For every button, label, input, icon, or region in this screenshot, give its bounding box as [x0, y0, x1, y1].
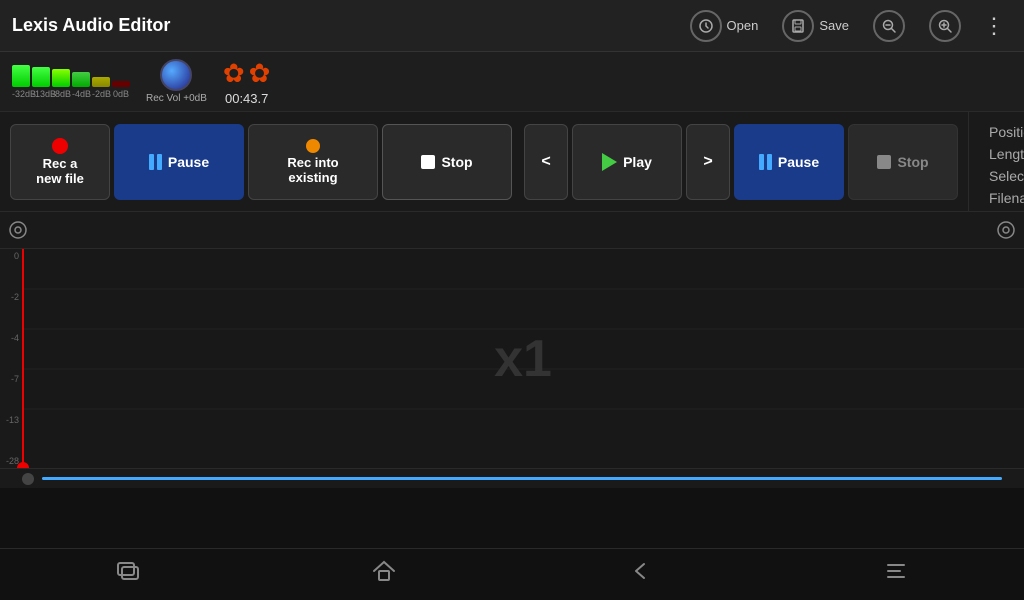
- meter-bar-5: [92, 77, 110, 87]
- selection-label: Selection: [989, 166, 1024, 186]
- vol-label: Rec Vol +0dB: [146, 93, 207, 104]
- scale-28: -28: [0, 456, 19, 466]
- open-button[interactable]: Open: [680, 6, 769, 46]
- zoom-in-icon: [929, 10, 961, 42]
- recording-area: -32dB -13dB -8dB -4dB -2dB 0dB Rec Vol +…: [0, 52, 1024, 112]
- controls-area: Rec a new file Pause Rec into existing S…: [0, 112, 1024, 212]
- vol-knob-area: Rec Vol +0dB: [146, 59, 207, 104]
- save-label: Save: [819, 18, 849, 33]
- open-icon: [690, 10, 722, 42]
- length-label: Length: [989, 144, 1024, 164]
- save-button[interactable]: Save: [772, 6, 859, 46]
- scale-13: -13: [0, 415, 19, 425]
- recent-apps-button[interactable]: [94, 549, 162, 600]
- pause2-button[interactable]: Pause: [734, 124, 844, 200]
- playhead-dot: [17, 462, 29, 468]
- meter-label-2: -13dB: [32, 89, 50, 99]
- pause2-label: Pause: [778, 154, 819, 170]
- stop-active-button[interactable]: Stop: [382, 124, 512, 200]
- rec-existing-icon: [306, 139, 320, 153]
- play-button[interactable]: Play: [572, 124, 682, 200]
- zoom-out-icon: [873, 10, 905, 42]
- stop-active-label: Stop: [441, 154, 472, 170]
- zoom-in-button[interactable]: [919, 6, 971, 46]
- scale-4: -4: [0, 333, 19, 343]
- waveform-section: 0 -2 -4 -7 -13 -28 x1: [0, 212, 1024, 548]
- play-label: Play: [623, 154, 652, 170]
- meter-label-6: 0dB: [112, 89, 130, 99]
- rec-new-file-button[interactable]: Rec a new file: [10, 124, 110, 200]
- meter-bar-4: [72, 72, 90, 87]
- meter-bars: [12, 65, 130, 87]
- fan-left-icon[interactable]: ✿: [223, 58, 245, 89]
- next-label: >: [703, 153, 712, 171]
- waveform-canvas[interactable]: x1: [22, 249, 1024, 468]
- bottom-nav-bar: [0, 548, 1024, 600]
- stop2-icon: [877, 155, 891, 169]
- timeline-ruler: [36, 212, 1024, 248]
- scroll-indicator: [22, 473, 34, 485]
- timeline-bar: [0, 212, 1024, 248]
- playhead: [22, 249, 24, 468]
- save-icon: [782, 10, 814, 42]
- meter-label-1: -32dB: [12, 89, 30, 99]
- more-button[interactable]: ⋮: [975, 9, 1012, 43]
- scale-2: -2: [0, 292, 19, 302]
- back-button[interactable]: [606, 549, 674, 600]
- zoom-out-button[interactable]: [863, 6, 915, 46]
- rec-new-file-label: Rec a new file: [36, 156, 84, 186]
- rec-existing-label: Rec into existing: [287, 155, 338, 185]
- meter-bar-3: [52, 69, 70, 87]
- controls-left: Rec a new file Pause Rec into existing S…: [0, 112, 968, 211]
- top-actions: Open Save: [680, 6, 1012, 46]
- meter-bar-2: [32, 67, 50, 87]
- scrollbar-thumb: [42, 477, 1002, 480]
- scrollbar-track[interactable]: [42, 477, 1002, 480]
- level-meter: -32dB -13dB -8dB -4dB -2dB 0dB: [12, 65, 130, 99]
- recording-time: 00:43.7: [225, 91, 268, 106]
- open-label: Open: [727, 18, 759, 33]
- pause-button[interactable]: Pause: [114, 124, 244, 200]
- fan-area: ✿ ✿ 00:43.7: [223, 58, 271, 106]
- top-bar: Lexis Audio Editor Open Save: [0, 0, 1024, 52]
- meter-bar-1: [12, 65, 30, 87]
- position-label: Position: [989, 122, 1024, 142]
- prev-button[interactable]: <: [524, 124, 568, 200]
- prev-label: <: [541, 153, 550, 171]
- menu-button[interactable]: [862, 549, 930, 600]
- rec-dot-icon: [52, 138, 68, 154]
- left-pin-button[interactable]: [0, 212, 36, 248]
- meter-label-5: -2dB: [92, 89, 110, 99]
- next-button[interactable]: >: [686, 124, 730, 200]
- stop2-button[interactable]: Stop: [848, 124, 958, 200]
- meter-label-4: -4dB: [72, 89, 90, 99]
- fan-icons: ✿ ✿: [223, 58, 271, 89]
- meter-labels: -32dB -13dB -8dB -4dB -2dB 0dB: [12, 89, 130, 99]
- pause2-icon: [759, 154, 772, 170]
- info-panel: Position 00:00:43.7 Length Selection Fil…: [968, 112, 1024, 211]
- meter-label-3: -8dB: [52, 89, 70, 99]
- meter-bar-6: [112, 81, 130, 87]
- home-button[interactable]: [350, 549, 418, 600]
- app-title: Lexis Audio Editor: [12, 15, 680, 36]
- waveform-grid: [22, 249, 1024, 468]
- stop-icon: [421, 155, 435, 169]
- waveform-view: 0 -2 -4 -7 -13 -28 x1: [0, 248, 1024, 468]
- volume-knob[interactable]: [160, 59, 192, 91]
- scale-7: -7: [0, 374, 19, 384]
- right-pin-button[interactable]: [988, 212, 1024, 248]
- stop2-label: Stop: [897, 154, 928, 170]
- fan-right-icon[interactable]: ✿: [249, 58, 271, 89]
- pause-icon: [149, 154, 162, 170]
- scale-0: 0: [0, 251, 19, 261]
- scrollbar-area: [0, 468, 1024, 488]
- pause-label: Pause: [168, 154, 209, 170]
- scale-labels: 0 -2 -4 -7 -13 -28: [0, 249, 22, 468]
- play-icon: [602, 153, 617, 171]
- rec-existing-button[interactable]: Rec into existing: [248, 124, 378, 200]
